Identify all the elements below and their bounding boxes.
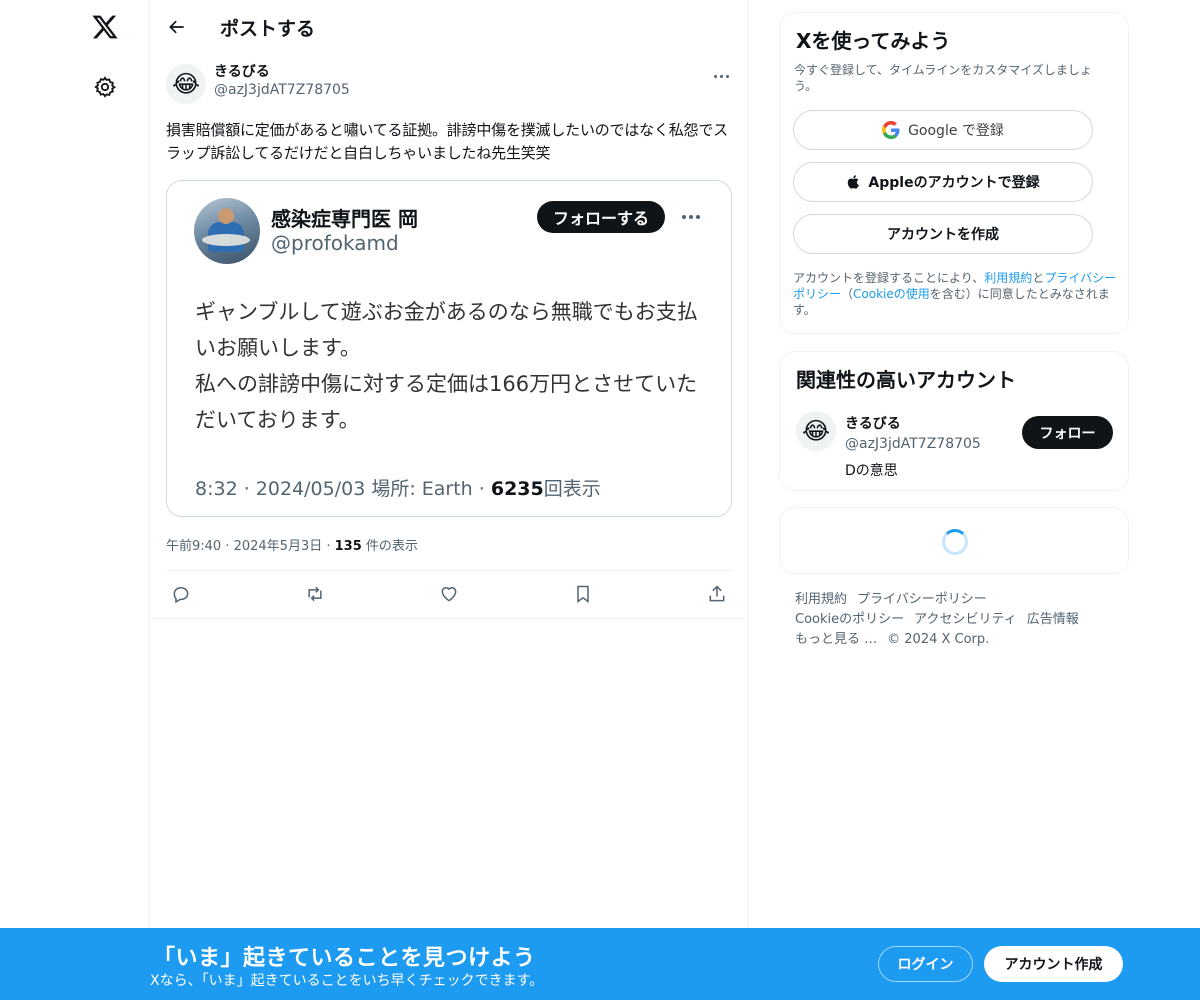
related-accounts-card: 関連性の高いアカウント 😂 きるびる @azJ3jdAT7Z78705 Dの意思… bbox=[779, 351, 1129, 491]
signup-subtitle: 今すぐ登録して、タイムラインをカスタマイズしましょう。 bbox=[794, 63, 1092, 94]
left-nav bbox=[0, 0, 150, 1000]
author-handle[interactable]: @azJ3jdAT7Z78705 bbox=[214, 82, 350, 100]
google-signup-button[interactable]: Google で登録 bbox=[793, 110, 1093, 150]
view-count: 135 bbox=[334, 538, 362, 554]
embed-follow-button: フォローする bbox=[537, 200, 666, 233]
post-author: 😂 きるびる @azJ3jdAT7Z78705 bbox=[166, 64, 732, 104]
cookie-link[interactable]: Cookieの使用 bbox=[853, 287, 930, 301]
embed-text-line: ギャンブルして遊ぶお金があるのなら無職でもお支払いお願いします。 bbox=[195, 299, 698, 360]
google-signup-label: Google で登録 bbox=[908, 123, 1004, 139]
author-name[interactable]: きるびる bbox=[214, 64, 350, 82]
terms-text: アカウントを登録することにより、 bbox=[793, 271, 985, 285]
share-icon[interactable] bbox=[706, 583, 728, 605]
embedded-screenshot[interactable]: 感染症専門医 岡 @profokamd フォローする ギャンブルして遊ぶお金があ… bbox=[166, 179, 732, 517]
footer-accessibility-link[interactable]: アクセシビリティ bbox=[914, 612, 1017, 627]
signup-banner: 「いま」起きていることを見つけよう Xなら、「いま」起きていることをいち早くチェ… bbox=[0, 928, 1200, 1000]
embed-views: 6235 bbox=[490, 477, 544, 500]
embed-author-handle: @profokamd bbox=[271, 230, 399, 255]
post-text: 損害賠償額に定価があると嘯いてる証拠。誹謗中傷を撲滅したいのではなく私怨でスラッ… bbox=[166, 121, 728, 163]
post: 😂 きるびる @azJ3jdAT7Z78705 損害賠償額に定価があると嘯いてる… bbox=[150, 54, 748, 619]
banner-title: 「いま」起きていることを見つけよう bbox=[153, 946, 536, 971]
related-handle[interactable]: @azJ3jdAT7Z78705 bbox=[845, 436, 981, 452]
footer-links: 利用規約 プライバシーポリシー Cookieのポリシー アクセシビリティ 広告情報 も… bbox=[795, 590, 1115, 650]
post-time[interactable]: 午前9:40 · 2024年5月3日 · bbox=[166, 539, 335, 554]
page-title: ポストする bbox=[220, 17, 316, 40]
footer-cookie-link[interactable]: Cookieのポリシー bbox=[795, 612, 904, 627]
main-column: ポストする 😂 きるびる @azJ3jdAT7Z78705 損害賠償額に定価があ… bbox=[150, 0, 749, 1000]
google-icon bbox=[882, 121, 900, 139]
login-button[interactable]: ログイン bbox=[878, 946, 973, 982]
create-account-button[interactable]: アカウントを作成 bbox=[793, 214, 1093, 254]
terms-link[interactable]: 利用規約 bbox=[984, 271, 1032, 285]
like-icon[interactable] bbox=[438, 583, 460, 605]
view-suffix: 件の表示 bbox=[361, 538, 418, 554]
embed-meta: 8:32 · 2024/05/03 場所: Earth · 6235回表示 bbox=[195, 474, 601, 501]
embed-meta-prefix: 8:32 · 2024/05/03 場所: Earth · bbox=[195, 477, 491, 500]
page-header: ポストする bbox=[150, 0, 748, 54]
embed-text-line: 私への誹謗中傷に対する定価は166万円とさせていただいております。 bbox=[195, 371, 698, 432]
apple-signup-button[interactable]: Appleのアカウントで登録 bbox=[793, 162, 1093, 202]
footer-terms-link[interactable]: 利用規約 bbox=[795, 592, 847, 607]
signup-title: Xを使ってみよう bbox=[796, 29, 951, 53]
follow-button[interactable]: フォロー bbox=[1022, 416, 1113, 449]
embed-views-suffix: 回表示 bbox=[543, 477, 601, 500]
post-timestamp: 午前9:40 · 2024年5月3日 · 135 件の表示 bbox=[166, 535, 732, 571]
terms-text: （ bbox=[841, 287, 854, 302]
related-title: 関連性の高いアカウント bbox=[796, 368, 1016, 392]
terms-text: と bbox=[1032, 271, 1045, 285]
signup-button[interactable]: アカウント作成 bbox=[984, 946, 1123, 982]
apple-signup-label: Appleのアカウントで登録 bbox=[868, 175, 1040, 191]
banner-subtitle: Xなら、「いま」起きていることをいち早くチェックできます。 bbox=[150, 973, 544, 989]
apple-icon bbox=[848, 175, 860, 189]
related-bio: Dの意思 bbox=[845, 463, 898, 479]
embed-avatar bbox=[194, 197, 260, 264]
related-name[interactable]: きるびる bbox=[845, 413, 901, 433]
loading-card bbox=[779, 507, 1129, 574]
embed-more-icon bbox=[679, 207, 703, 227]
related-avatar[interactable]: 😂 bbox=[796, 411, 836, 451]
post-actions bbox=[150, 571, 748, 619]
reply-icon[interactable] bbox=[170, 583, 192, 605]
repost-icon[interactable] bbox=[304, 583, 326, 605]
bookmark-icon[interactable] bbox=[572, 583, 594, 605]
avatar[interactable]: 😂 bbox=[166, 64, 206, 104]
signup-card: Xを使ってみよう 今すぐ登録して、タイムラインをカスタマイズしましょう。 Goo… bbox=[779, 12, 1129, 334]
copyright: © 2024 X Corp. bbox=[887, 632, 990, 647]
footer-more-link[interactable]: もっと見る … bbox=[795, 632, 877, 647]
footer-ads-link[interactable]: 広告情報 bbox=[1027, 612, 1079, 627]
x-logo-icon[interactable] bbox=[88, 10, 122, 44]
embed-text: ギャンブルして遊ぶお金があるのなら無職でもお支払いお願いします。 私への誹謗中傷… bbox=[195, 294, 715, 438]
back-arrow-icon[interactable] bbox=[164, 14, 190, 40]
loading-spinner-icon bbox=[942, 529, 968, 555]
settings-gear-icon[interactable] bbox=[88, 70, 122, 104]
more-options-icon[interactable] bbox=[710, 66, 732, 86]
terms-notice: アカウントを登録することにより、利用規約とプライバシーポリシー（Cookieの使… bbox=[793, 270, 1119, 319]
embed-author-name: 感染症専門医 岡 bbox=[271, 206, 418, 231]
footer-privacy-link[interactable]: プライバシーポリシー bbox=[857, 592, 987, 607]
